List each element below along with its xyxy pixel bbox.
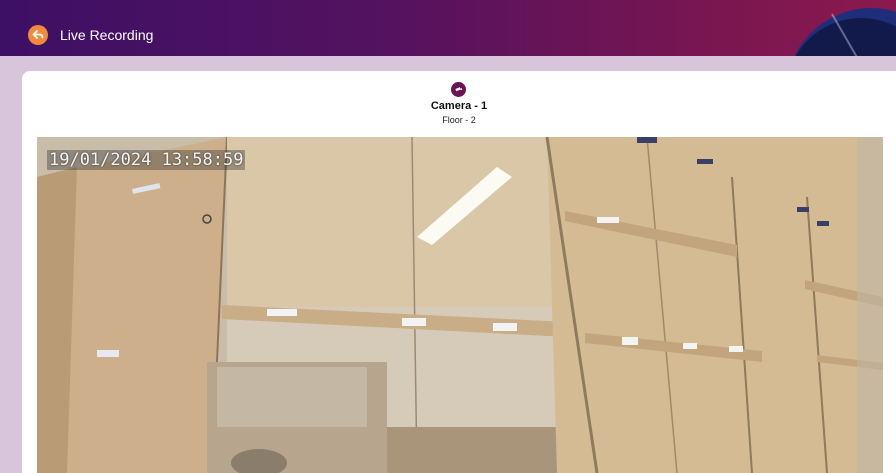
feed-scene	[37, 137, 883, 473]
camera-name: Camera - 1	[430, 100, 488, 112]
camera-icon	[455, 87, 463, 92]
camera-badge	[451, 82, 466, 97]
feed-timestamp: 19/01/2024 13:58:59	[47, 150, 246, 170]
back-arrow-icon	[32, 30, 44, 39]
camera-floor: Floor - 2	[442, 115, 476, 125]
back-button[interactable]	[28, 25, 48, 45]
live-video-feed[interactable]: 19/01/2024 13:58:59	[37, 137, 883, 473]
page-title: Live Recording	[60, 27, 154, 43]
